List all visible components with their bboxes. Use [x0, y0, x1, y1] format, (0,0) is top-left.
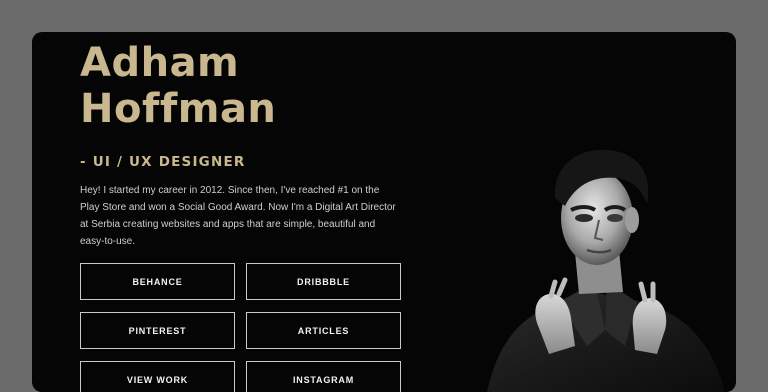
articles-button[interactable]: ARTICLES: [246, 312, 401, 349]
profile-name: Adham Hoffman: [80, 40, 360, 132]
profile-card: Adham Hoffman - UI / UX DESIGNER Hey! I …: [32, 32, 736, 392]
link-buttons: BEHANCE DRIBBBLE PINTEREST ARTICLES VIEW…: [80, 263, 401, 392]
profile-bio: Hey! I started my career in 2012. Since …: [80, 185, 396, 247]
dribbble-button[interactable]: DRIBBBLE: [246, 263, 401, 300]
behance-button[interactable]: BEHANCE: [80, 263, 235, 300]
profile-name-first: Adham: [80, 40, 240, 86]
instagram-button[interactable]: INSTAGRAM: [246, 361, 401, 392]
profile-role: - UI / UX DESIGNER: [80, 154, 246, 170]
profile-name-last: Hoffman: [80, 86, 277, 132]
view-work-button[interactable]: VIEW WORK: [80, 361, 235, 392]
pinterest-button[interactable]: PINTEREST: [80, 312, 235, 349]
portrait-photo: [487, 149, 725, 392]
